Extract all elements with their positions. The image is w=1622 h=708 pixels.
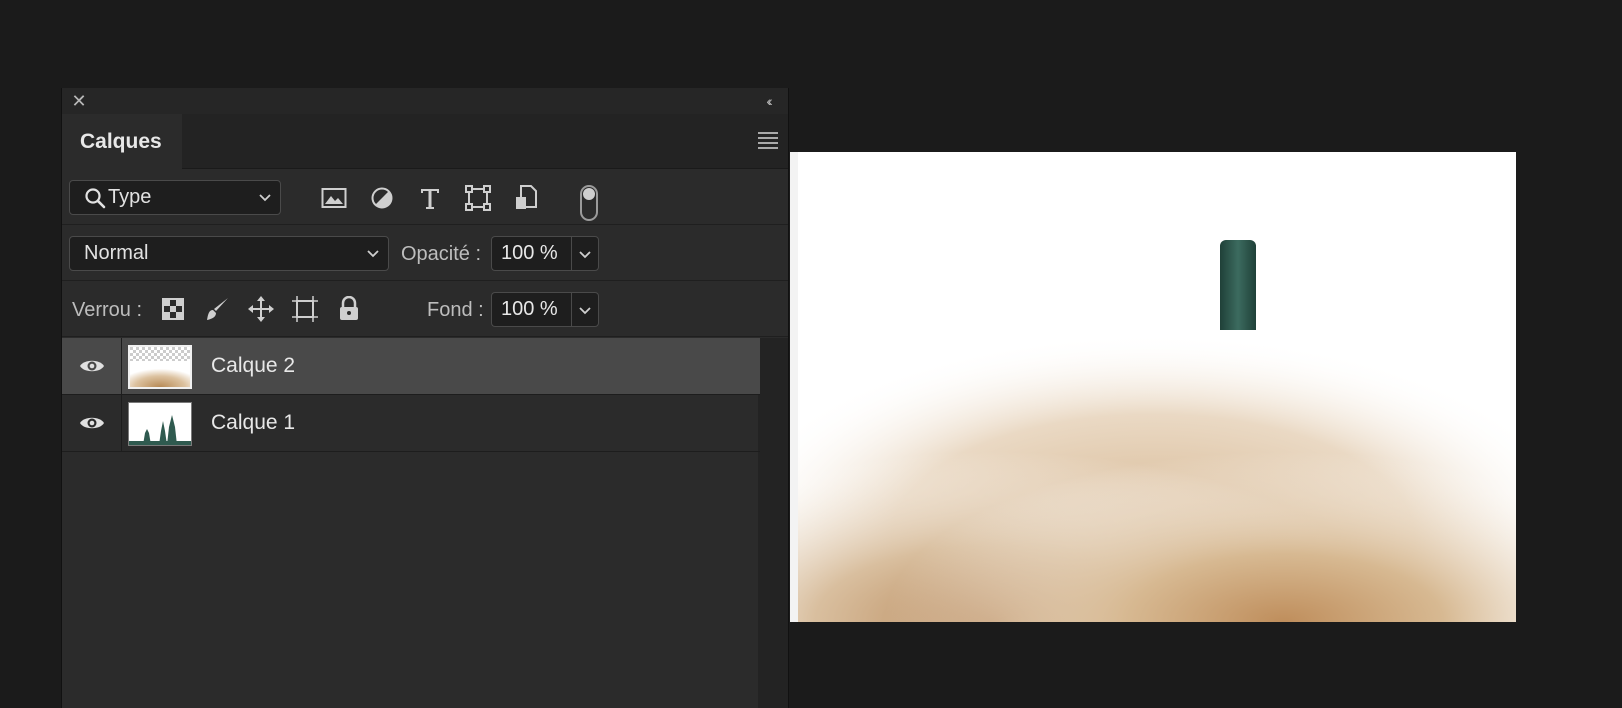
document-canvas[interactable] <box>790 152 1516 622</box>
chevron-down-icon <box>579 307 591 315</box>
fill-input[interactable]: 100 % <box>491 292 571 327</box>
lock-image-pixels-icon[interactable] <box>200 292 234 326</box>
layer-thumbnail <box>128 345 192 389</box>
opacity-input[interactable]: 100 % <box>491 236 571 271</box>
lock-artboard-icon[interactable] <box>288 292 322 326</box>
layer-name[interactable]: Calque 1 <box>211 411 295 435</box>
layer-visibility-toggle[interactable] <box>62 338 122 394</box>
filter-row: Type <box>62 169 788 225</box>
layer-name[interactable]: Calque 2 <box>211 354 295 378</box>
blend-mode-value: Normal <box>84 242 149 264</box>
fill-label: Fond : <box>427 299 484 321</box>
adjustment-filter-icon[interactable] <box>365 181 399 215</box>
lock-transparent-pixels-icon[interactable] <box>156 292 190 326</box>
type-filter-icon[interactable] <box>413 181 447 215</box>
tab-calques[interactable]: Calques <box>62 114 182 169</box>
shape-filter-icon[interactable] <box>461 181 495 215</box>
opacity-dropdown-button[interactable] <box>571 236 599 271</box>
blend-mode-select[interactable]: Normal <box>69 236 389 271</box>
layer-thumbnail <box>128 402 192 446</box>
chevron-down-icon <box>579 251 591 259</box>
collapse-panel-icon[interactable]: ‹‹ <box>758 92 778 110</box>
layers-list: Calque 2 Calque 1 <box>62 338 788 708</box>
panel-tab-row: Calques <box>62 114 788 169</box>
layers-scrollbar[interactable] <box>758 338 788 708</box>
filter-kind-select[interactable]: Type <box>69 180 281 215</box>
lock-label: Verrou : <box>72 299 143 321</box>
chevron-down-icon <box>259 194 271 202</box>
filter-toggle-knob <box>583 188 595 200</box>
chevron-down-icon <box>367 250 379 258</box>
blend-row: Normal Opacité : 100 % <box>62 225 788 281</box>
layer-row-calque-2[interactable]: Calque 2 <box>62 338 760 395</box>
fill-dropdown-button[interactable] <box>571 292 599 327</box>
panel-menu-icon[interactable] <box>758 132 778 149</box>
canvas-image <box>790 152 1516 622</box>
eye-icon <box>79 417 104 429</box>
layers-panel: ✕ ‹‹ Calques Type Normal Opacité: 100 %… <box>61 88 789 708</box>
eye-icon <box>79 360 104 372</box>
opacity-label: Opacité : <box>401 243 482 265</box>
close-panel-icon[interactable]: ✕ <box>70 92 88 110</box>
layer-visibility-toggle[interactable] <box>62 395 122 451</box>
filter-toggle[interactable] <box>580 185 598 221</box>
panel-title-bar: ✕ ‹‹ <box>62 88 788 114</box>
smart-object-filter-icon[interactable] <box>509 181 543 215</box>
filter-icons-group <box>317 181 543 215</box>
search-icon <box>85 188 106 209</box>
image-filter-icon[interactable] <box>317 181 351 215</box>
lock-icons-group <box>156 292 366 326</box>
lock-row: Verrou : Fond: 100 % <box>62 281 788 337</box>
filter-kind-value: Type <box>108 186 152 208</box>
layer-row-calque-1[interactable]: Calque 1 <box>62 395 760 452</box>
lock-all-icon[interactable] <box>332 292 366 326</box>
lock-position-icon[interactable] <box>244 292 278 326</box>
